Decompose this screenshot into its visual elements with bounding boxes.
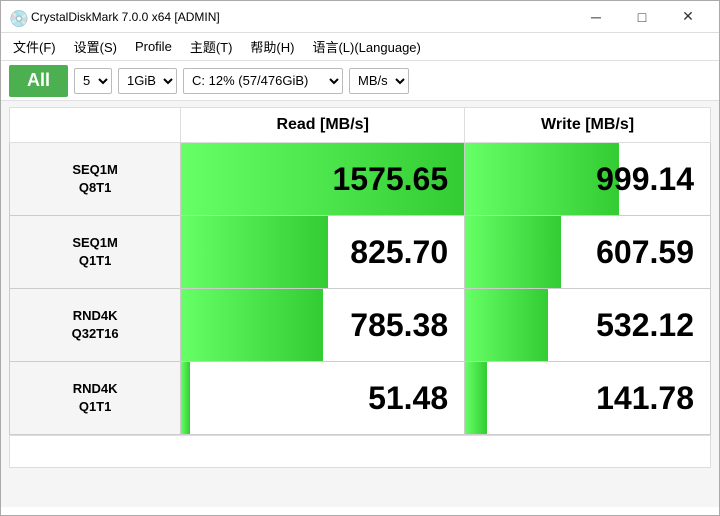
read-value-1: 825.70 <box>350 234 448 271</box>
menu-help[interactable]: 帮助(H) <box>242 34 302 59</box>
write-value-0: 999.14 <box>596 161 694 198</box>
titlebar: 💿 CrystalDiskMark 7.0.0 x64 [ADMIN] ─ □ … <box>1 1 719 33</box>
titlebar-left: 💿 CrystalDiskMark 7.0.0 x64 [ADMIN] <box>9 9 220 25</box>
read-value-0: 1575.65 <box>332 161 448 198</box>
write-cell-2: 532.12 <box>465 289 711 362</box>
menu-profile[interactable]: Profile <box>127 36 180 57</box>
unit-select[interactable]: MB/s <box>349 68 409 94</box>
main-window: 💿 CrystalDiskMark 7.0.0 x64 [ADMIN] ─ □ … <box>0 0 720 516</box>
all-button[interactable]: All <box>9 65 68 97</box>
menu-language[interactable]: 语言(L)(Language) <box>304 34 428 59</box>
read-value-2: 785.38 <box>350 307 448 344</box>
minimize-button[interactable]: ─ <box>573 1 619 33</box>
close-button[interactable]: ✕ <box>665 1 711 33</box>
content-area: Read [MB/s] Write [MB/s] SEQ1MQ8T1 1575.… <box>1 101 719 507</box>
benchmark-table: Read [MB/s] Write [MB/s] SEQ1MQ8T1 1575.… <box>9 107 711 435</box>
titlebar-controls: ─ □ ✕ <box>573 1 711 33</box>
read-cell-0: 1575.65 <box>181 143 465 216</box>
menu-file[interactable]: 文件(F) <box>5 34 64 59</box>
menu-theme[interactable]: 主题(T) <box>182 34 241 59</box>
row-label-0: SEQ1MQ8T1 <box>10 143 181 216</box>
toolbar: All 5 1GiB C: 12% (57/476GiB) MB/s <box>1 61 719 101</box>
read-cell-2: 785.38 <box>181 289 465 362</box>
size-select[interactable]: 1GiB <box>118 68 177 94</box>
read-cell-3: 51.48 <box>181 362 465 435</box>
empty-footer-cell <box>10 436 711 468</box>
corner-header <box>10 108 181 143</box>
write-header: Write [MB/s] <box>465 108 711 143</box>
write-value-3: 141.78 <box>596 380 694 417</box>
row-label-2: RND4KQ32T16 <box>10 289 181 362</box>
window-footer <box>1 507 719 515</box>
read-value-3: 51.48 <box>368 380 448 417</box>
read-header: Read [MB/s] <box>181 108 465 143</box>
write-cell-0: 999.14 <box>465 143 711 216</box>
read-cell-1: 825.70 <box>181 216 465 289</box>
app-icon: 💿 <box>9 9 25 25</box>
menubar: 文件(F) 设置(S) Profile 主题(T) 帮助(H) 语言(L)(La… <box>1 33 719 61</box>
write-cell-3: 141.78 <box>465 362 711 435</box>
window-title: CrystalDiskMark 7.0.0 x64 [ADMIN] <box>31 10 220 24</box>
write-value-2: 532.12 <box>596 307 694 344</box>
table-row: SEQ1MQ8T1 1575.65 999.14 <box>10 143 711 216</box>
table-row: RND4KQ32T16 785.38 532.12 <box>10 289 711 362</box>
row-label-3: RND4KQ1T1 <box>10 362 181 435</box>
footer-table <box>9 435 711 468</box>
row-label-1: SEQ1MQ1T1 <box>10 216 181 289</box>
maximize-button[interactable]: □ <box>619 1 665 33</box>
menu-settings[interactable]: 设置(S) <box>66 34 125 59</box>
runs-select[interactable]: 5 <box>74 68 112 94</box>
write-value-1: 607.59 <box>596 234 694 271</box>
write-cell-1: 607.59 <box>465 216 711 289</box>
drive-select[interactable]: C: 12% (57/476GiB) <box>183 68 343 94</box>
table-row: SEQ1MQ1T1 825.70 607.59 <box>10 216 711 289</box>
table-row: RND4KQ1T1 51.48 141.78 <box>10 362 711 435</box>
